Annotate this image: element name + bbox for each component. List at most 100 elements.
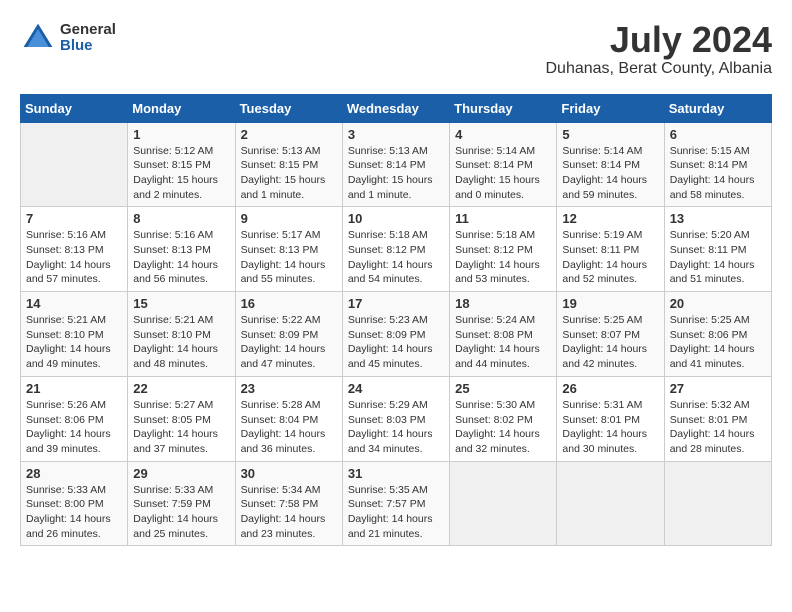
calendar-cell: 21 Sunrise: 5:26 AMSunset: 8:06 PMDayligh… — [21, 376, 128, 461]
calendar-cell: 23 Sunrise: 5:28 AMSunset: 8:04 PMDayligh… — [235, 376, 342, 461]
calendar-cell — [450, 461, 557, 546]
day-number: 15 — [133, 296, 229, 311]
day-number: 4 — [455, 127, 551, 142]
calendar-week-3: 14Sunrise: 5:21 AMSunset: 8:10 PMDayligh… — [21, 292, 772, 377]
day-number: 7 — [26, 211, 122, 226]
calendar-cell: 6 Sunrise: 5:15 AMSunset: 8:14 PMDaylight… — [664, 122, 771, 207]
day-number: 31 — [348, 466, 444, 481]
calendar-cell: 19 Sunrise: 5:25 AMSunset: 8:07 PMDayligh… — [557, 292, 664, 377]
day-detail: Sunrise: 5:17 AMSunset: 8:13 PMDaylight:… — [241, 228, 337, 287]
day-number: 9 — [241, 211, 337, 226]
calendar-cell: 27 Sunrise: 5:32 AMSunset: 8:01 PMDayligh… — [664, 376, 771, 461]
day-detail: Sunrise: 5:14 AMSunset: 8:14 PMDaylight:… — [455, 144, 551, 203]
day-number: 16 — [241, 296, 337, 311]
day-detail: Sunrise: 5:27 AMSunset: 8:05 PMDaylight:… — [133, 398, 229, 457]
calendar-cell: 4 Sunrise: 5:14 AMSunset: 8:14 PMDaylight… — [450, 122, 557, 207]
logo-blue: Blue — [60, 38, 116, 55]
day-detail: Sunrise: 5:24 AMSunset: 8:08 PMDaylight:… — [455, 313, 551, 372]
day-number: 10 — [348, 211, 444, 226]
day-number: 29 — [133, 466, 229, 481]
day-number: 20 — [670, 296, 766, 311]
day-detail: Sunrise: 5:21 AMSunset: 8:10 PMDaylight:… — [26, 313, 122, 372]
day-number: 6 — [670, 127, 766, 142]
calendar-week-2: 7 Sunrise: 5:16 AMSunset: 8:13 PMDaylight… — [21, 207, 772, 292]
calendar-cell: 5Sunrise: 5:14 AMSunset: 8:14 PMDaylight… — [557, 122, 664, 207]
day-number: 1 — [133, 127, 229, 142]
calendar-table: SundayMondayTuesdayWednesdayThursdayFrid… — [20, 94, 772, 547]
day-number: 17 — [348, 296, 444, 311]
page-header: General Blue July 2024 Duhanas, Berat Co… — [20, 20, 772, 78]
day-number: 24 — [348, 381, 444, 396]
day-detail: Sunrise: 5:18 AMSunset: 8:12 PMDaylight:… — [348, 228, 444, 287]
day-detail: Sunrise: 5:31 AMSunset: 8:01 PMDaylight:… — [562, 398, 658, 457]
calendar-cell: 2 Sunrise: 5:13 AMSunset: 8:15 PMDaylight… — [235, 122, 342, 207]
day-detail: Sunrise: 5:15 AMSunset: 8:14 PMDaylight:… — [670, 144, 766, 203]
calendar-cell: 11Sunrise: 5:18 AMSunset: 8:12 PMDayligh… — [450, 207, 557, 292]
calendar-cell: 25 Sunrise: 5:30 AMSunset: 8:02 PMDayligh… — [450, 376, 557, 461]
logo-general: General — [60, 22, 116, 39]
day-detail: Sunrise: 5:19 AMSunset: 8:11 PMDaylight:… — [562, 228, 658, 287]
weekday-header-row: SundayMondayTuesdayWednesdayThursdayFrid… — [21, 94, 772, 122]
day-detail: Sunrise: 5:25 AMSunset: 8:07 PMDaylight:… — [562, 313, 658, 372]
calendar-cell: 15Sunrise: 5:21 AMSunset: 8:10 PMDayligh… — [128, 292, 235, 377]
day-number: 22 — [133, 381, 229, 396]
calendar-cell: 20 Sunrise: 5:25 AMSunset: 8:06 PMDayligh… — [664, 292, 771, 377]
weekday-header-monday: Monday — [128, 94, 235, 122]
day-detail: Sunrise: 5:16 AMSunset: 8:13 PMDaylight:… — [133, 228, 229, 287]
day-number: 2 — [241, 127, 337, 142]
calendar-cell: 29 Sunrise: 5:33 AMSunset: 7:59 PMDayligh… — [128, 461, 235, 546]
day-detail: Sunrise: 5:20 AMSunset: 8:11 PMDaylight:… — [670, 228, 766, 287]
calendar-cell: 16 Sunrise: 5:22 AMSunset: 8:09 PMDayligh… — [235, 292, 342, 377]
day-detail: Sunrise: 5:33 AMSunset: 7:59 PMDaylight:… — [133, 483, 229, 542]
logo-icon — [20, 20, 56, 56]
calendar-cell — [21, 122, 128, 207]
calendar-cell: 31Sunrise: 5:35 AMSunset: 7:57 PMDayligh… — [342, 461, 449, 546]
day-detail: Sunrise: 5:16 AMSunset: 8:13 PMDaylight:… — [26, 228, 122, 287]
logo: General Blue — [20, 20, 116, 56]
day-detail: Sunrise: 5:28 AMSunset: 8:04 PMDaylight:… — [241, 398, 337, 457]
logo-text: General Blue — [60, 22, 116, 55]
calendar-cell: 14Sunrise: 5:21 AMSunset: 8:10 PMDayligh… — [21, 292, 128, 377]
day-number: 12 — [562, 211, 658, 226]
day-detail: Sunrise: 5:26 AMSunset: 8:06 PMDaylight:… — [26, 398, 122, 457]
day-detail: Sunrise: 5:23 AMSunset: 8:09 PMDaylight:… — [348, 313, 444, 372]
location: Duhanas, Berat County, Albania — [545, 60, 772, 78]
weekday-header-saturday: Saturday — [664, 94, 771, 122]
day-number: 27 — [670, 381, 766, 396]
day-number: 19 — [562, 296, 658, 311]
calendar-cell: 7 Sunrise: 5:16 AMSunset: 8:13 PMDaylight… — [21, 207, 128, 292]
calendar-cell: 12 Sunrise: 5:19 AMSunset: 8:11 PMDayligh… — [557, 207, 664, 292]
day-detail: Sunrise: 5:25 AMSunset: 8:06 PMDaylight:… — [670, 313, 766, 372]
day-number: 23 — [241, 381, 337, 396]
calendar-cell: 17 Sunrise: 5:23 AMSunset: 8:09 PMDayligh… — [342, 292, 449, 377]
day-detail: Sunrise: 5:32 AMSunset: 8:01 PMDaylight:… — [670, 398, 766, 457]
day-number: 8 — [133, 211, 229, 226]
weekday-header-friday: Friday — [557, 94, 664, 122]
day-detail: Sunrise: 5:30 AMSunset: 8:02 PMDaylight:… — [455, 398, 551, 457]
weekday-header-sunday: Sunday — [21, 94, 128, 122]
day-detail: Sunrise: 5:12 AMSunset: 8:15 PMDaylight:… — [133, 144, 229, 203]
calendar-cell — [664, 461, 771, 546]
day-detail: Sunrise: 5:29 AMSunset: 8:03 PMDaylight:… — [348, 398, 444, 457]
day-number: 26 — [562, 381, 658, 396]
calendar-cell: 10 Sunrise: 5:18 AMSunset: 8:12 PMDayligh… — [342, 207, 449, 292]
day-detail: Sunrise: 5:22 AMSunset: 8:09 PMDaylight:… — [241, 313, 337, 372]
day-number: 5 — [562, 127, 658, 142]
day-detail: Sunrise: 5:13 AMSunset: 8:15 PMDaylight:… — [241, 144, 337, 203]
weekday-header-wednesday: Wednesday — [342, 94, 449, 122]
title-block: July 2024 Duhanas, Berat County, Albania — [545, 20, 772, 78]
calendar-cell — [557, 461, 664, 546]
calendar-cell: 8 Sunrise: 5:16 AMSunset: 8:13 PMDaylight… — [128, 207, 235, 292]
day-number: 13 — [670, 211, 766, 226]
calendar-cell: 1 Sunrise: 5:12 AMSunset: 8:15 PMDaylight… — [128, 122, 235, 207]
calendar-week-4: 21 Sunrise: 5:26 AMSunset: 8:06 PMDayligh… — [21, 376, 772, 461]
day-detail: Sunrise: 5:18 AMSunset: 8:12 PMDaylight:… — [455, 228, 551, 287]
day-detail: Sunrise: 5:34 AMSunset: 7:58 PMDaylight:… — [241, 483, 337, 542]
calendar-cell: 18 Sunrise: 5:24 AMSunset: 8:08 PMDayligh… — [450, 292, 557, 377]
day-number: 21 — [26, 381, 122, 396]
day-number: 25 — [455, 381, 551, 396]
month-year: July 2024 — [545, 20, 772, 60]
calendar-cell: 3Sunrise: 5:13 AMSunset: 8:14 PMDaylight… — [342, 122, 449, 207]
day-number: 18 — [455, 296, 551, 311]
day-number: 28 — [26, 466, 122, 481]
